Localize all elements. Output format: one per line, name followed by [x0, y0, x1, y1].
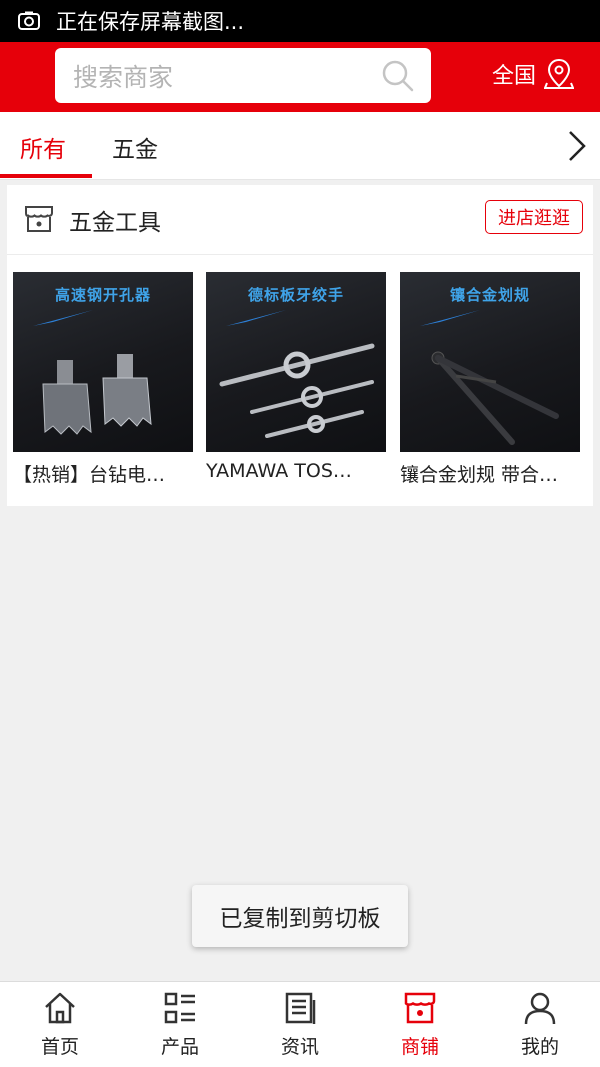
search-bar[interactable]: 搜索商家	[55, 48, 431, 103]
product-image-banner: 高速钢开孔器	[54, 286, 151, 304]
swoosh-graphic	[226, 310, 286, 326]
user-icon	[524, 992, 556, 1025]
news-icon	[285, 992, 316, 1024]
nav-news[interactable]: 资讯	[240, 990, 360, 1059]
status-text: 正在保存屏幕截图...	[56, 10, 245, 34]
product-image-banner: 德标板牙绞手	[247, 286, 344, 304]
swoosh-graphic	[33, 310, 93, 326]
nav-products-label: 产品	[160, 1036, 199, 1058]
swoosh-graphic	[420, 310, 480, 326]
shop-icon	[404, 992, 436, 1024]
hole-saw-image	[42, 354, 152, 435]
home-icon	[45, 992, 75, 1024]
chevron-right-icon[interactable]	[562, 128, 592, 164]
location-pin-icon	[544, 58, 575, 89]
product-title[interactable]: 【热销】台钻电…	[13, 460, 193, 487]
bottom-nav: 首页 产品 资讯 商铺 我的	[0, 981, 600, 1067]
tab-all[interactable]: 所有	[20, 130, 66, 164]
region-selector[interactable]: 全国	[492, 58, 575, 90]
nav-profile-label: 我的	[520, 1036, 559, 1058]
category-tabs: 所有 五金	[0, 112, 600, 180]
product-title[interactable]: YAMAWA TOS…	[206, 460, 386, 482]
nav-shops[interactable]: 商铺	[360, 990, 480, 1059]
product-image[interactable]: 德标板牙绞手	[206, 272, 386, 452]
toast-message: 已复制到剪切板	[192, 885, 408, 947]
nav-products[interactable]: 产品	[120, 990, 240, 1059]
product-image[interactable]: 镶合金划规	[400, 272, 580, 452]
nav-home[interactable]: 首页	[0, 990, 120, 1059]
product-title[interactable]: 镶合金划规 带合…	[400, 460, 580, 487]
search-icon[interactable]	[381, 59, 415, 93]
nav-news-label: 资讯	[280, 1036, 319, 1058]
store-header[interactable]: 五金工具 进店逛逛	[7, 185, 593, 255]
product-image[interactable]: 高速钢开孔器	[13, 272, 193, 452]
tab-active-indicator	[0, 174, 92, 178]
store-name: 五金工具	[69, 210, 161, 236]
store-icon	[25, 206, 53, 232]
nav-home-label: 首页	[40, 1036, 79, 1058]
product-card[interactable]: 高速钢开孔器 【热销】台钻电…	[13, 272, 193, 487]
product-image-banner: 镶合金划规	[449, 286, 530, 304]
store-card: 五金工具 进店逛逛 高速钢开孔器 【热销】台钻电… 德标板牙绞手 YAMAWA …	[7, 185, 593, 506]
status-bar: 正在保存屏幕截图...	[0, 0, 600, 42]
nav-shops-label: 商铺	[400, 1036, 439, 1058]
tab-hardware[interactable]: 五金	[112, 130, 158, 164]
region-label: 全国	[492, 64, 537, 89]
scriber-compass-image	[431, 351, 559, 445]
product-card[interactable]: 德标板牙绞手 YAMAWA TOS…	[206, 272, 386, 482]
screenshot-icon	[16, 10, 42, 32]
header: 搜索商家 全国	[0, 42, 600, 112]
search-input[interactable]: 搜索商家	[73, 58, 381, 94]
nav-profile[interactable]: 我的	[480, 990, 600, 1059]
product-card[interactable]: 镶合金划规 镶合金划规 带合…	[400, 272, 580, 487]
die-wrench-image	[219, 343, 375, 438]
visit-store-button[interactable]: 进店逛逛	[485, 200, 583, 234]
list-icon	[164, 992, 195, 1024]
